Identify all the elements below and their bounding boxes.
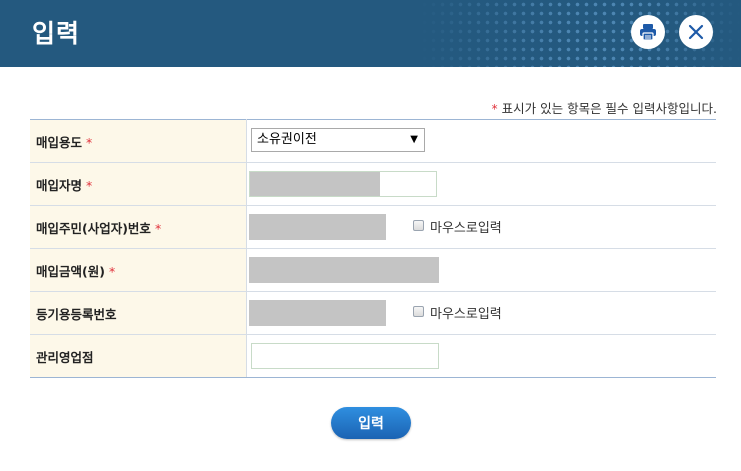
required-notice-text: 표시가 있는 항목은 필수 입력사항입니다. (501, 101, 717, 116)
print-button[interactable] (631, 15, 665, 49)
label-cell: 등기용등록번호 (30, 291, 247, 335)
purpose-select[interactable]: 소유권이전 ▼ (251, 128, 425, 152)
close-icon (688, 24, 704, 40)
required-marker: * (108, 263, 116, 279)
purpose-label: 매입용도 (36, 134, 83, 150)
label-cell: 매입용도 * (30, 119, 247, 163)
submit-button[interactable]: 입력 (331, 407, 411, 439)
print-icon (640, 24, 656, 41)
window-title: 입력 (32, 19, 81, 48)
required-marker: * (154, 220, 162, 236)
value-cell: 마우스로입력 (246, 291, 716, 335)
required-marker: * (86, 177, 93, 193)
purpose-select-value: 소유권이전 (257, 132, 317, 147)
label-cell: 매입금액(원) * (30, 248, 247, 292)
value-cell: 마우스로입력 (246, 205, 716, 249)
masked-value (250, 172, 380, 196)
required-marker: * (86, 134, 93, 150)
form-row-purpose: 매입용도 * 소유권이전 ▼ (30, 119, 716, 163)
amount-input[interactable] (249, 257, 439, 283)
value-cell (246, 334, 716, 378)
buyer-name-input[interactable] (249, 171, 437, 197)
required-notice: * 표시가 있는 항목은 필수 입력사항입니다. (488, 98, 717, 117)
form-row-buyer-name: 매입자명 * (30, 162, 716, 206)
form-row-buyer-id: 매입주민(사업자)번호 * 마우스로입력 (30, 205, 716, 249)
label-cell: 관리영업점 (30, 334, 247, 378)
registration-no-label: 등기용등록번호 (36, 306, 117, 322)
window-header: 입력 (0, 0, 741, 67)
value-cell (246, 162, 716, 206)
buyer-id-label: 매입주민(사업자)번호 (36, 220, 151, 236)
input-form: 매입용도 * 소유권이전 ▼ 매입자명 * 매입주민(사업자)번호 * 마우스로입력 (30, 119, 716, 378)
label-cell: 매입자명 * (30, 162, 247, 206)
branch-label: 관리영업점 (36, 349, 94, 365)
form-row-branch: 관리영업점 (30, 334, 716, 378)
value-cell (246, 248, 716, 292)
buyer-id-input[interactable] (249, 214, 386, 240)
branch-input[interactable] (251, 343, 439, 369)
mouse-input-checkbox[interactable] (413, 306, 424, 317)
required-marker: * (491, 102, 498, 116)
registration-no-input[interactable] (249, 300, 386, 326)
close-button[interactable] (679, 15, 713, 49)
buyer-name-label: 매입자명 (36, 177, 83, 193)
label-cell: 매입주민(사업자)번호 * (30, 205, 247, 249)
form-row-registration-no: 등기용등록번호 마우스로입력 (30, 291, 716, 335)
mouse-input-checkbox[interactable] (413, 220, 424, 231)
amount-label: 매입금액(원) (36, 263, 105, 279)
value-cell: 소유권이전 ▼ (246, 119, 716, 163)
dropdown-arrow-icon: ▼ (410, 134, 418, 145)
form-row-amount: 매입금액(원) * (30, 248, 716, 292)
mouse-input-label: 마우스로입력 (430, 221, 502, 236)
mouse-input-label: 마우스로입력 (430, 307, 502, 322)
